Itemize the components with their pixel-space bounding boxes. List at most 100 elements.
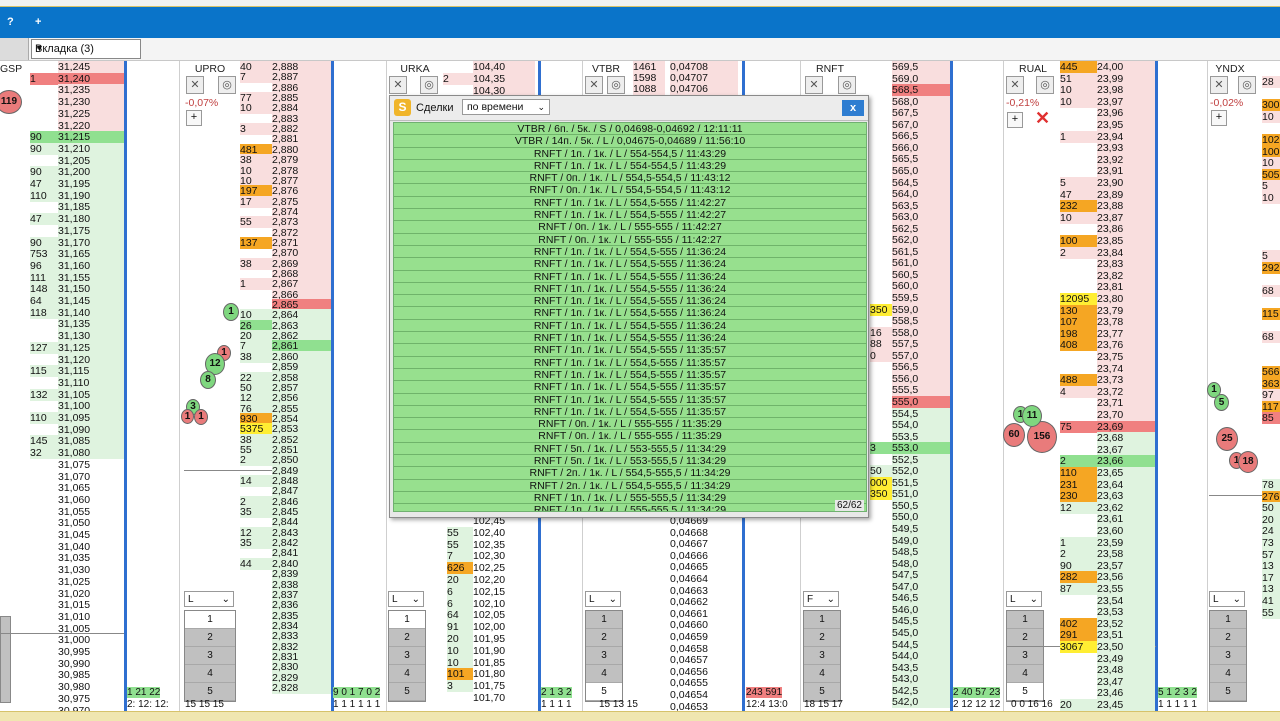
urka-level-ladder[interactable]: 12345 bbox=[388, 610, 426, 702]
deal-row[interactable]: RNFT / 2п. / 1к. / L / 554,5-555,5 / 11:… bbox=[394, 467, 866, 480]
urka-select[interactable]: L ⌄ bbox=[388, 591, 424, 607]
ladder-level[interactable]: 2 bbox=[586, 629, 622, 647]
add-tab-button[interactable]: + bbox=[35, 16, 41, 28]
deal-row[interactable]: RNFT / 0п. / 1к. / L / 555-555 / 11:42:2… bbox=[394, 234, 866, 246]
rual-level-ladder[interactable]: 12345 bbox=[1006, 610, 1044, 702]
camera-icon[interactable]: ◎ bbox=[420, 76, 438, 94]
deals-sort-select[interactable]: по времени ⌄ bbox=[462, 99, 550, 115]
ladder-level[interactable]: 1 bbox=[1210, 611, 1246, 629]
deal-row[interactable]: RNFT / 1п. / 1к. / L / 554,5-555 / 11:42… bbox=[394, 197, 866, 210]
deal-row[interactable]: RNFT / 1п. / 1к. / L / 554,5-555 / 11:35… bbox=[394, 381, 866, 394]
yndx-level-ladder[interactable]: 12345 bbox=[1209, 610, 1247, 702]
ladder-level[interactable]: 3 bbox=[1210, 647, 1246, 665]
gsp-volume-cell: 47 bbox=[30, 213, 58, 226]
upro-plus-button[interactable]: + bbox=[186, 110, 202, 126]
upro-level-ladder[interactable]: 12345 bbox=[184, 610, 236, 702]
camera-icon[interactable]: ◎ bbox=[218, 76, 236, 94]
deal-row[interactable]: RNFT / 1п. / 1к. / L / 554,5-555 / 11:35… bbox=[394, 344, 866, 357]
ladder-level[interactable]: 4 bbox=[1210, 665, 1246, 683]
deal-row[interactable]: RNFT / 1п. / 1к. / L / 554,5-555 / 11:36… bbox=[394, 320, 866, 333]
help-button[interactable]: ? bbox=[7, 16, 14, 28]
ladder-level[interactable]: 2 bbox=[389, 629, 425, 647]
upro-select[interactable]: L ⌄ bbox=[184, 591, 234, 607]
deal-row[interactable]: RNFT / 1п. / 1к. / L / 554,5-555 / 11:36… bbox=[394, 332, 866, 345]
close-icon[interactable]: ✕ bbox=[805, 76, 823, 94]
deal-row[interactable]: RNFT / 1п. / 1к. / L / 554,5-555 / 11:36… bbox=[394, 283, 866, 296]
close-icon[interactable]: ✕ bbox=[389, 76, 407, 94]
ladder-level[interactable]: 2 bbox=[1007, 629, 1043, 647]
close-icon[interactable]: ✕ bbox=[585, 76, 603, 94]
deal-row[interactable]: RNFT / 0п. / 1к. / L / 555-555 / 11:42:2… bbox=[394, 221, 866, 234]
deal-row[interactable]: RNFT / 1п. / 1к. / L / 554,5-555 / 11:35… bbox=[394, 357, 866, 369]
deal-row[interactable]: RNFT / 1п. / 1к. / L / 554-554,5 / 11:43… bbox=[394, 160, 866, 173]
deal-row[interactable]: RNFT / 0п. / 1к. / L / 554,5-554,5 / 11:… bbox=[394, 172, 866, 185]
ladder-level[interactable]: 2 bbox=[1210, 629, 1246, 647]
deal-row[interactable]: RNFT / 1п. / 1к. / L / 554,5-555 / 11:36… bbox=[394, 246, 866, 259]
ladder-level[interactable]: 3 bbox=[804, 647, 840, 665]
ladder-level[interactable]: 4 bbox=[586, 665, 622, 683]
ladder-level[interactable]: 3 bbox=[185, 647, 235, 665]
ladder-level[interactable]: 1 bbox=[804, 611, 840, 629]
ladder-level[interactable]: 1 bbox=[586, 611, 622, 629]
deal-row[interactable]: RNFT / 1п. / 1к. / L / 554,5-555 / 11:36… bbox=[394, 307, 866, 320]
ladder-level[interactable]: 3 bbox=[586, 647, 622, 665]
tab-stub[interactable] bbox=[0, 38, 29, 60]
gsp-level-ladder[interactable] bbox=[0, 616, 11, 703]
deal-row[interactable]: RNFT / 0п. / 1к. / L / 555-555 / 11:35:2… bbox=[394, 418, 866, 431]
rual-select[interactable]: L ⌄ bbox=[1006, 591, 1042, 607]
ladder-level[interactable]: 5 bbox=[1210, 683, 1246, 701]
deal-row[interactable]: RNFT / 1п. / 1к. / L / 554,5-555 / 11:35… bbox=[394, 369, 866, 382]
ladder-level[interactable]: 1 bbox=[185, 611, 235, 629]
urka-price-cell: 102,15 bbox=[473, 585, 506, 598]
deal-row[interactable]: RNFT / 1п. / 1к. / L / 555-555,5 / 11:34… bbox=[394, 504, 866, 511]
deals-close-button[interactable]: x bbox=[842, 100, 864, 116]
close-icon[interactable]: ✕ bbox=[1210, 76, 1228, 94]
ladder-level[interactable]: 4 bbox=[389, 665, 425, 683]
deal-row[interactable]: VTBR / 14п. / 5к. / L / 0,04675-0,04689 … bbox=[394, 135, 866, 148]
ladder-level[interactable]: 2 bbox=[185, 629, 235, 647]
camera-icon[interactable]: ◎ bbox=[1238, 76, 1256, 94]
chevron-down-icon: ⌄ bbox=[826, 594, 835, 605]
deal-row[interactable]: RNFT / 0п. / 1к. / L / 554,5-554,5 / 11:… bbox=[394, 184, 866, 197]
deal-row[interactable]: RNFT / 2п. / 1к. / L / 554,5-555,5 / 11:… bbox=[394, 480, 866, 492]
close-icon[interactable]: ✕ bbox=[186, 76, 204, 94]
ladder-level[interactable]: 4 bbox=[185, 665, 235, 683]
deal-row[interactable]: RNFT / 1п. / 1к. / L / 554,5-555 / 11:36… bbox=[394, 258, 866, 271]
camera-icon[interactable]: ◎ bbox=[838, 76, 856, 94]
camera-icon[interactable]: ◎ bbox=[607, 76, 625, 94]
deal-row[interactable]: VTBR / 6п. / 5к. / S / 0,04698-0,04692 /… bbox=[394, 123, 866, 136]
yndx-select[interactable]: L ⌄ bbox=[1209, 591, 1245, 607]
rnft-level-ladder[interactable]: 12345 bbox=[803, 610, 841, 702]
deal-row[interactable]: RNFT / 5п. / 1к. / L / 553-555,5 / 11:34… bbox=[394, 455, 866, 468]
deal-row[interactable]: RNFT / 1п. / 1к. / L / 554,5-555 / 11:36… bbox=[394, 271, 866, 283]
tab-select[interactable]: Вкладка (3) ▼ bbox=[31, 39, 141, 59]
deals-list[interactable]: VTBR / 6п. / 5к. / S / 0,04698-0,04692 /… bbox=[393, 122, 867, 512]
rnft-price-cell: 556,5 bbox=[892, 361, 950, 374]
deal-row[interactable]: RNFT / 1п. / 1к. / L / 554,5-555 / 11:35… bbox=[394, 394, 866, 406]
rnft-select[interactable]: F ⌄ bbox=[803, 591, 839, 607]
ladder-level[interactable]: 3 bbox=[1007, 647, 1043, 665]
cancel-orders-icon[interactable]: ✕ bbox=[1035, 108, 1050, 129]
ladder-level[interactable]: 2 bbox=[804, 629, 840, 647]
deal-row[interactable]: RNFT / 1п. / 1к. / L / 555-555,5 / 11:34… bbox=[394, 492, 866, 505]
close-icon[interactable]: ✕ bbox=[1006, 76, 1024, 94]
ladder-level[interactable]: 4 bbox=[804, 665, 840, 683]
ladder-level[interactable]: 1 bbox=[1007, 611, 1043, 629]
vtbr-level-ladder[interactable]: 12345 bbox=[585, 610, 623, 702]
deal-row[interactable]: RNFT / 1п. / 1к. / L / 554,5-555 / 11:35… bbox=[394, 406, 866, 419]
deal-row[interactable]: RNFT / 1п. / 1к. / L / 554,5-555 / 11:36… bbox=[394, 295, 866, 308]
ladder-level[interactable]: 3 bbox=[389, 647, 425, 665]
deals-window[interactable]: S Сделки по времени ⌄ x VTBR / 6п. / 5к.… bbox=[389, 95, 869, 518]
rnft-price-cell: 561,5 bbox=[892, 245, 950, 258]
ladder-level[interactable]: 5 bbox=[389, 683, 425, 701]
deal-row[interactable]: RNFT / 0п. / 1к. / L / 555-555 / 11:35:2… bbox=[394, 430, 866, 443]
rual-plus-button[interactable]: + bbox=[1007, 112, 1023, 128]
deal-row[interactable]: RNFT / 5п. / 1к. / L / 553-555,5 / 11:34… bbox=[394, 443, 866, 456]
deal-row[interactable]: RNFT / 1п. / 1к. / L / 554,5-555 / 11:42… bbox=[394, 209, 866, 222]
camera-icon[interactable]: ◎ bbox=[1036, 76, 1054, 94]
ladder-level[interactable]: 4 bbox=[1007, 665, 1043, 683]
ladder-level[interactable]: 1 bbox=[389, 611, 425, 629]
vtbr-select[interactable]: L ⌄ bbox=[585, 591, 621, 607]
yndx-plus-button[interactable]: + bbox=[1211, 110, 1227, 126]
deal-row[interactable]: RNFT / 1п. / 1к. / L / 554-554,5 / 11:43… bbox=[394, 148, 866, 160]
